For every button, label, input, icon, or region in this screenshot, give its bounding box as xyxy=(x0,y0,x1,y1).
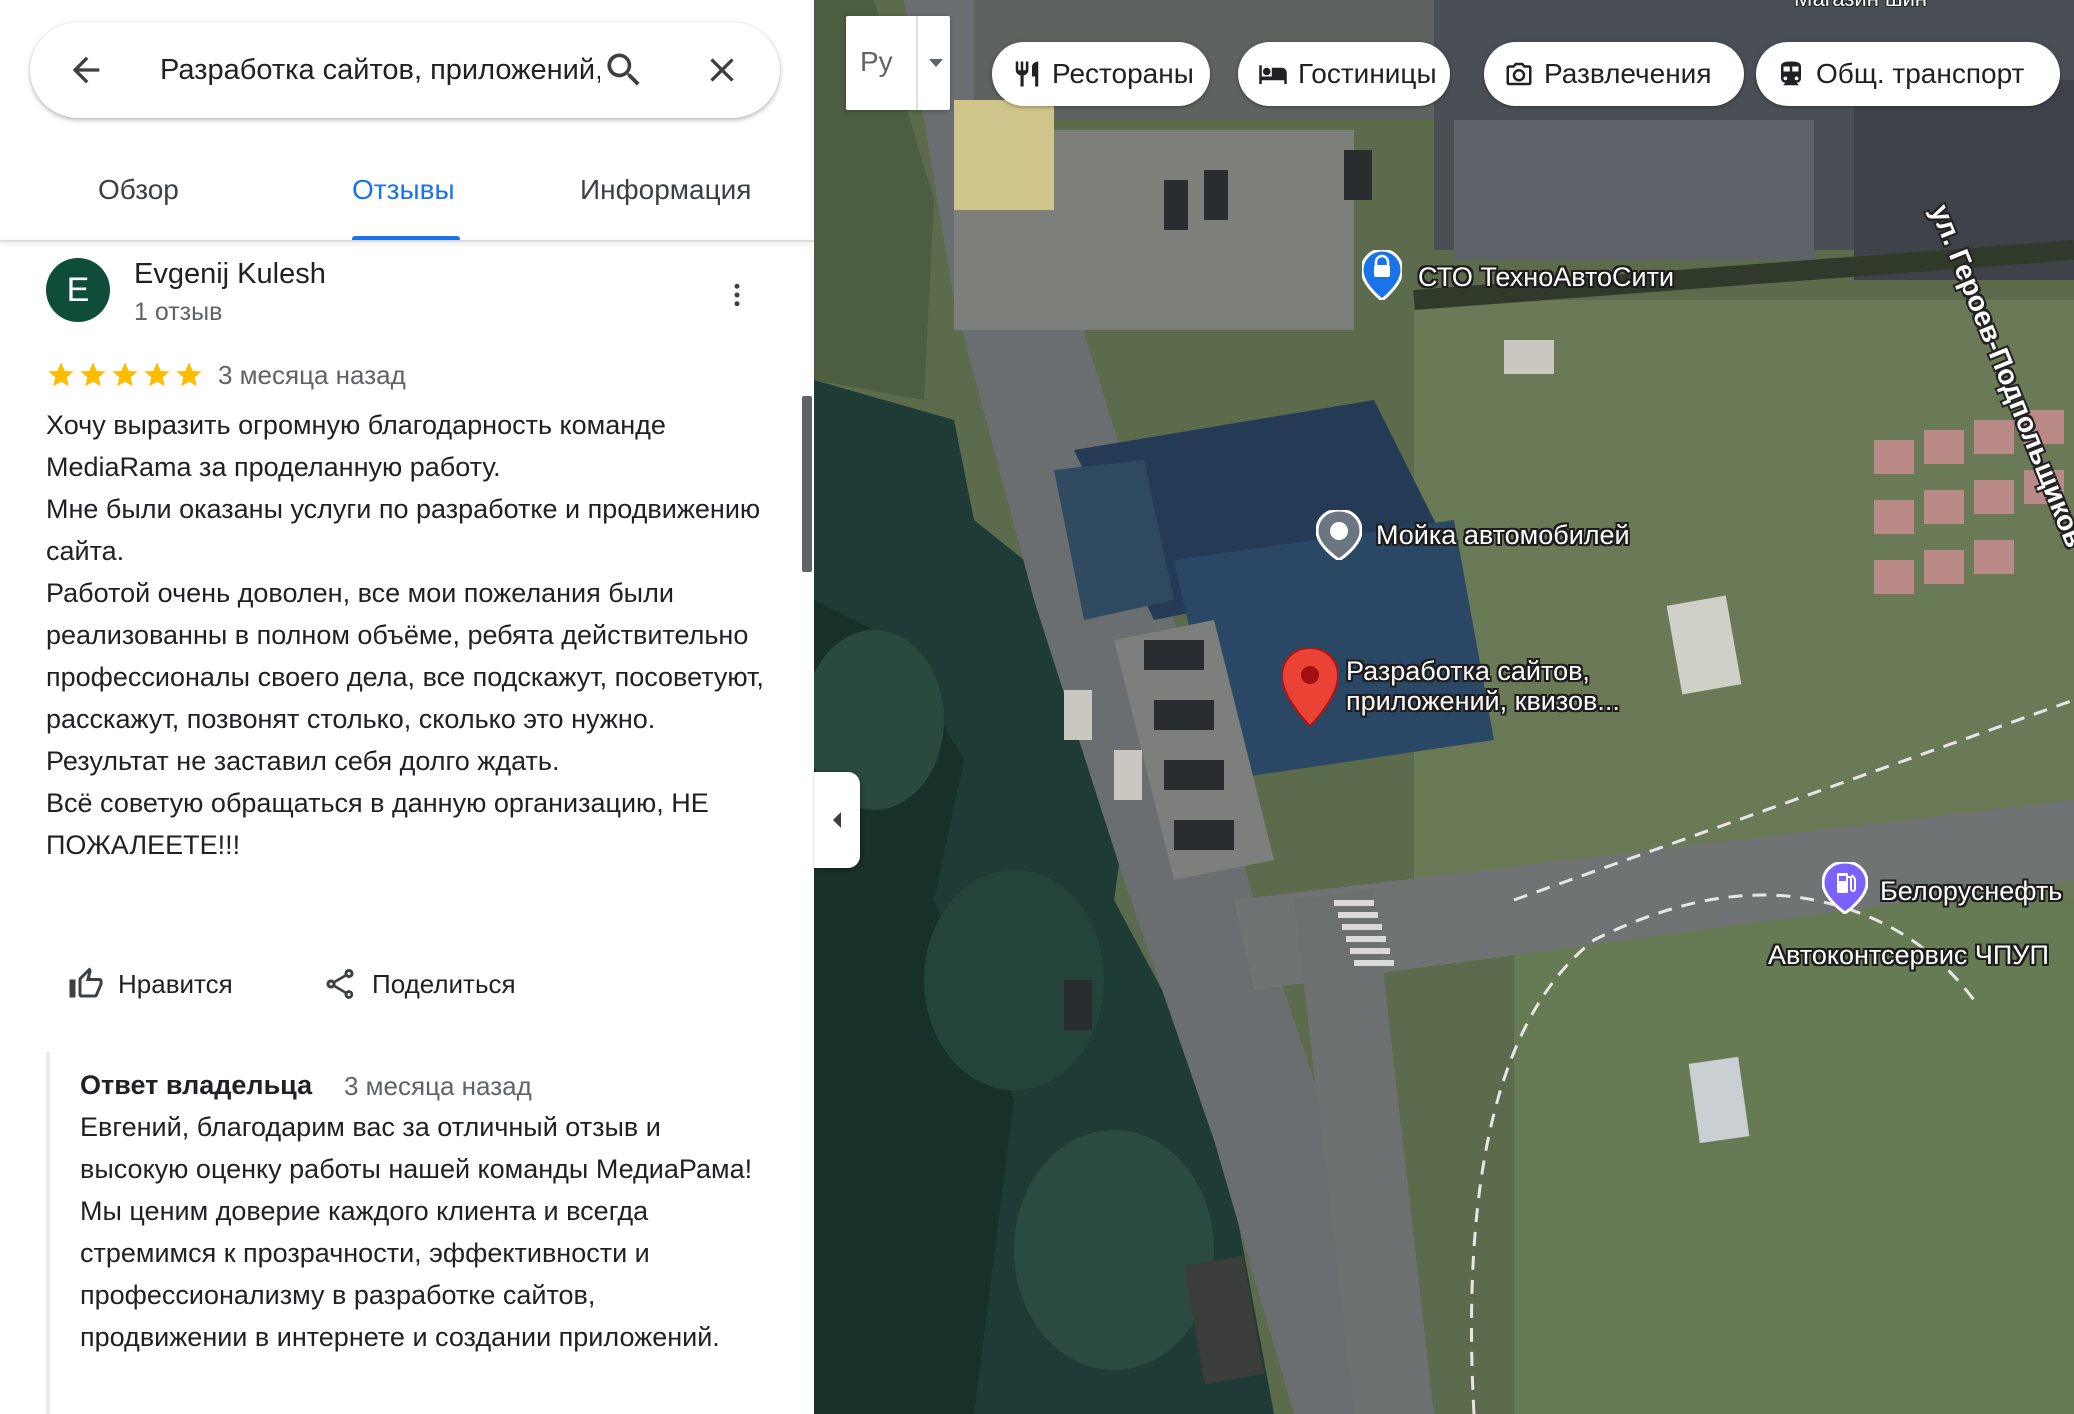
more-options-icon[interactable] xyxy=(722,278,752,312)
chip-label: Развлечения xyxy=(1544,58,1712,89)
place-label-selected[interactable]: Разработка сайтов, приложений, квизов... xyxy=(1346,656,1620,716)
review-line: Мне были оказаны услуги по разработке и … xyxy=(46,494,761,566)
review-line: Результат не заставил себя долго ждать. xyxy=(46,746,560,776)
chip-transit[interactable]: Общ. транспорт xyxy=(1756,42,2060,106)
chip-hotels[interactable]: Гостиницы xyxy=(1238,42,1450,106)
bed-icon xyxy=(1259,65,1287,84)
place-label-selected-line1: Разработка сайтов, xyxy=(1346,656,1590,686)
star-rating xyxy=(46,360,204,390)
search-box[interactable]: Разработка сайтов, приложений, квизов xyxy=(30,22,780,118)
side-panel: Разработка сайтов, приложений, квизов Об… xyxy=(0,0,814,1414)
tab-overview[interactable]: Обзор xyxy=(98,174,179,206)
chip-entertainment[interactable]: Развлечения xyxy=(1484,42,1744,106)
collapse-panel-button[interactable] xyxy=(814,772,860,868)
owner-response-bar xyxy=(46,1052,50,1414)
chevron-down-icon[interactable] xyxy=(926,56,946,70)
back-arrow-icon[interactable] xyxy=(66,50,106,90)
close-icon[interactable] xyxy=(702,50,742,90)
chip-label: Рестораны xyxy=(1052,58,1194,89)
location-dot-icon[interactable] xyxy=(1316,510,1362,560)
place-label-sto[interactable]: СТО ТехноАвтоСити xyxy=(1418,262,1674,293)
scrollbar[interactable] xyxy=(802,396,812,572)
thumbs-up-icon xyxy=(69,967,103,998)
star-icon xyxy=(80,362,106,387)
like-label: Нравится xyxy=(118,968,233,999)
chip-label: Гостиницы xyxy=(1298,58,1437,89)
review-author-count: 1 отзыв xyxy=(134,298,223,326)
review-line: Работой очень доволен, все мои пожелания… xyxy=(46,578,764,734)
share-icon xyxy=(326,969,354,999)
place-label-belorusneft[interactable]: Белоруснефть xyxy=(1880,876,2062,907)
bus-icon xyxy=(1781,61,1801,86)
car-service-icon[interactable] xyxy=(1362,250,1402,300)
place-label-autokontservis[interactable]: Автоконтсервис ЧПУП xyxy=(1768,940,2049,971)
language-label: Ру xyxy=(860,46,893,77)
language-button[interactable]: Ру xyxy=(846,16,950,110)
review-line: Всё советую обращаться в данную организа… xyxy=(46,788,709,860)
search-icon[interactable] xyxy=(602,48,646,92)
star-icon xyxy=(48,362,74,387)
camera-icon xyxy=(1506,62,1532,86)
chip-label: Общ. транспорт xyxy=(1816,58,2025,89)
place-label-tire-shop[interactable]: Магазин шин xyxy=(1794,0,1927,12)
owner-response-text: Евгений, благодарим вас за отличный отзы… xyxy=(80,1112,753,1352)
divider xyxy=(0,240,814,242)
star-icon xyxy=(112,362,138,387)
search-input[interactable]: Разработка сайтов, приложений, квизов xyxy=(160,48,600,92)
tab-bar: Обзор Отзывы Информация xyxy=(0,150,814,242)
fuel-icon[interactable] xyxy=(1822,862,1868,914)
tab-information[interactable]: Информация xyxy=(580,174,751,206)
place-label-selected-line2: приложений, квизов... xyxy=(1346,686,1620,716)
divider xyxy=(916,16,918,110)
tab-reviews[interactable]: Отзывы xyxy=(352,174,455,206)
share-button[interactable]: Поделиться xyxy=(322,964,516,1004)
avatar[interactable]: E xyxy=(46,258,110,322)
star-icon xyxy=(176,362,202,387)
review-line: Хочу выразить огромную благодарность ком… xyxy=(46,410,666,482)
chevron-left-icon xyxy=(833,812,841,828)
place-label-car-wash[interactable]: Мойка автомобилей xyxy=(1376,520,1630,551)
like-button[interactable]: Нравится xyxy=(68,964,233,1004)
star-icon xyxy=(144,362,170,387)
review-date: 3 месяца назад xyxy=(218,360,406,390)
owner-response-title: Ответ владельца xyxy=(80,1070,313,1100)
owner-response-date: 3 месяца назад xyxy=(344,1071,532,1101)
fork-knife-icon xyxy=(1015,61,1039,87)
review-author-name[interactable]: Evgenij Kulesh xyxy=(134,258,326,291)
chip-restaurants[interactable]: Рестораны xyxy=(992,42,1210,106)
red-pin-icon[interactable] xyxy=(1282,648,1338,726)
map-canvas[interactable]: Магазин шин ул. Героев-Подпольщиков СТО … xyxy=(814,0,2074,1414)
share-label: Поделиться xyxy=(372,968,516,999)
review-text: Хочу выразить огромную благодарность ком… xyxy=(46,404,766,866)
